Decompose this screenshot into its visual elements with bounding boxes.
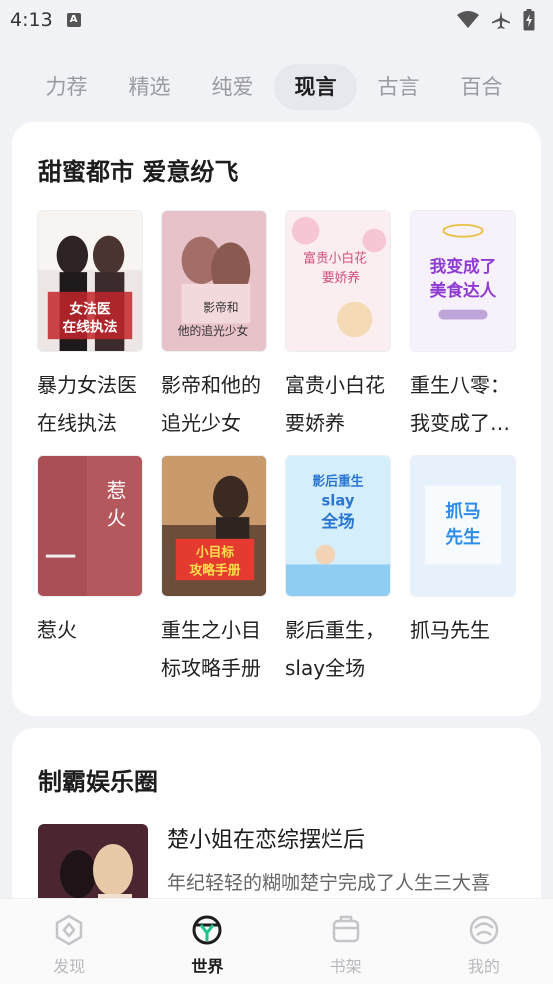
tab-guYan[interactable]: 古言	[357, 64, 440, 110]
nav-world[interactable]: 世界	[138, 899, 276, 984]
battery-icon	[523, 9, 535, 31]
svg-text:美食达人: 美食达人	[430, 280, 497, 300]
book-item[interactable]: 影帝和 他的追光少女 影帝和他的追光少女	[161, 210, 269, 442]
book-cover: 我变成了 美食达人	[410, 210, 516, 352]
svg-text:要娇养: 要娇养	[322, 270, 360, 286]
tab-xianYan[interactable]: 现言	[274, 64, 357, 110]
book-item[interactable]: 女法医 在线执法 暴力女法医在线执法	[37, 210, 145, 442]
svg-text:slay: slay	[322, 492, 355, 509]
book-item[interactable]: 富贵小白花 要娇养 富贵小白花要娇养	[285, 210, 393, 442]
book-item[interactable]: 影后重生 slay 全场 影后重生，slay全场	[285, 455, 393, 687]
nav-profile[interactable]: 我的	[415, 899, 553, 984]
book-title: 暴力女法医在线执法	[37, 373, 137, 435]
discover-icon	[55, 914, 83, 946]
bottom-nav: 发现 世界 书架 我的	[0, 898, 553, 984]
svg-text:影后重生: 影后重生	[313, 474, 364, 490]
book-title: 惹火	[37, 618, 77, 642]
tab-chunAi[interactable]: 纯爱	[191, 64, 274, 110]
svg-text:攻略手册: 攻略手册	[190, 562, 241, 578]
svg-text:小目标: 小目标	[196, 545, 234, 561]
book-title: 影帝和他的追光少女	[161, 373, 261, 435]
book-cover: 影帝和 他的追光少女	[161, 210, 267, 352]
section-title: 制霸娱乐圈	[38, 768, 158, 796]
tab-baiHe[interactable]: 百合	[440, 64, 523, 110]
nav-label: 发现	[53, 957, 86, 976]
world-icon	[192, 915, 222, 945]
tab-jingXuan[interactable]: 精选	[108, 64, 191, 110]
tab-liJian[interactable]: 力荐	[25, 64, 108, 110]
svg-text:火: 火	[107, 507, 127, 530]
status-time: 4:13	[10, 9, 53, 31]
svg-text:抓马: 抓马	[445, 500, 480, 522]
wifi-icon	[457, 11, 479, 28]
nav-discover[interactable]: 发现	[0, 899, 138, 984]
book-title: 富贵小白花要娇养	[285, 373, 385, 435]
book-item[interactable]: 惹 火 惹火	[37, 455, 145, 649]
nav-label: 世界	[191, 957, 224, 976]
tab-huan[interactable]: 幻	[523, 64, 553, 110]
svg-text:我变成了: 我变成了	[430, 256, 497, 276]
book-cover: 女法医 在线执法	[37, 210, 143, 352]
svg-text:惹: 惹	[107, 479, 127, 502]
notification-icon: A	[66, 13, 81, 27]
book-cover: 小目标 攻略手册	[161, 455, 267, 597]
book-title: 抓马先生	[410, 618, 490, 642]
svg-text:先生: 先生	[445, 526, 481, 548]
profile-icon	[469, 915, 499, 945]
book-cover: 抓马 先生	[410, 455, 516, 597]
book-title: 重生之小目标攻略手册	[161, 618, 261, 680]
book-item[interactable]: 抓马 先生 抓马先生	[410, 455, 518, 649]
svg-text:他的追光少女: 他的追光少女	[178, 324, 249, 338]
status-icons	[457, 9, 535, 31]
nav-label: 书架	[329, 957, 362, 976]
nav-label: 我的	[467, 957, 500, 976]
status-bar: 4:13 A	[0, 0, 553, 40]
book-title: 影后重生，slay全场	[285, 618, 385, 680]
book-item[interactable]: 小目标 攻略手册 重生之小目标攻略手册	[161, 455, 269, 687]
section-card-sweet-city: 甜蜜都市 爱意纷飞 女法医 在线执法 暴力女法医在线执法 影帝和 他的追光少女 …	[12, 122, 541, 716]
book-title: 重生八零：我变成了美食达人	[410, 373, 510, 435]
svg-text:在线执法: 在线执法	[63, 318, 118, 335]
category-tabs: 力荐 精选 纯爱 现言 古言 百合 幻	[0, 64, 553, 110]
book-cover: 影后重生 slay 全场	[285, 455, 391, 597]
nav-bookshelf[interactable]: 书架	[277, 899, 415, 984]
featured-book-title[interactable]: 楚小姐在恋综摆烂后	[167, 822, 365, 854]
featured-book-description: 年纪轻轻的糊咖楚宁完成了人生三大喜	[167, 872, 491, 894]
bookshelf-icon	[332, 915, 359, 943]
book-cover: 富贵小白花 要娇养	[285, 210, 391, 352]
svg-text:富贵小白花: 富贵小白花	[303, 250, 367, 266]
book-cover: 惹 火	[37, 455, 143, 597]
svg-text:全场: 全场	[320, 511, 355, 531]
svg-text:影帝和: 影帝和	[203, 301, 238, 315]
section-title: 甜蜜都市 爱意纷飞	[38, 158, 239, 186]
book-item[interactable]: 我变成了 美食达人 重生八零：我变成了美食达人	[410, 210, 518, 442]
airplane-icon	[492, 11, 510, 29]
svg-text:女法医: 女法医	[69, 301, 110, 318]
